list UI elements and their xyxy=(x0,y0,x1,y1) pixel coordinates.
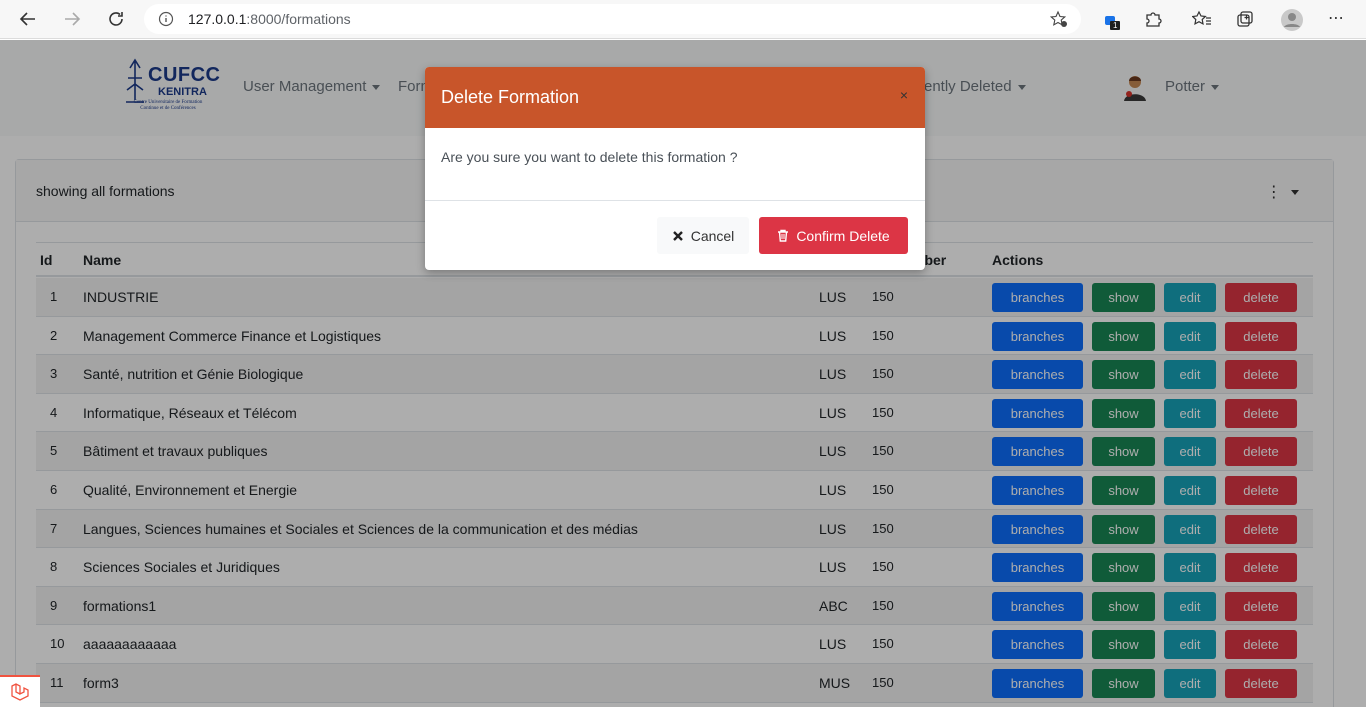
modal-message: Are you sure you want to delete this for… xyxy=(441,149,738,165)
puzzle-icon[interactable] xyxy=(1144,10,1162,32)
extension-icon[interactable]: 1 xyxy=(1102,10,1122,34)
favorites-icon[interactable] xyxy=(1191,10,1212,32)
browser-toolbar: 127.0.0.1:8000/formations 1 ⋯ xyxy=(0,0,1366,39)
cancel-label: Cancel xyxy=(690,227,735,244)
modal-header: Delete Formation × xyxy=(425,67,925,128)
confirm-label: Confirm Delete xyxy=(796,227,890,244)
laravel-icon[interactable] xyxy=(0,675,40,707)
favorite-add-icon[interactable] xyxy=(1049,10,1068,32)
modal-footer: Cancel Confirm Delete xyxy=(425,200,925,270)
confirm-delete-button[interactable]: Confirm Delete xyxy=(759,217,908,254)
address-bar[interactable]: 127.0.0.1:8000/formations xyxy=(144,4,1081,34)
profile-icon[interactable] xyxy=(1280,8,1304,36)
forward-icon[interactable] xyxy=(60,7,84,31)
reload-icon[interactable] xyxy=(104,7,128,31)
url-path: :8000/formations xyxy=(246,11,351,27)
delete-formation-modal: Delete Formation × Are you sure you want… xyxy=(425,67,925,270)
url-text: 127.0.0.1:8000/formations xyxy=(188,11,351,27)
modal-title: Delete Formation xyxy=(441,87,580,107)
url-host: 127.0.0.1 xyxy=(188,11,247,27)
modal-close-button[interactable]: × xyxy=(900,87,908,103)
times-icon xyxy=(672,230,683,241)
back-icon[interactable] xyxy=(16,7,40,31)
trash-icon xyxy=(778,229,789,242)
extension-badge: 1 xyxy=(1113,21,1118,30)
cancel-button[interactable]: Cancel xyxy=(657,217,749,254)
collections-icon[interactable] xyxy=(1236,10,1254,32)
info-icon[interactable] xyxy=(158,11,174,31)
more-icon[interactable]: ⋯ xyxy=(1328,8,1344,27)
